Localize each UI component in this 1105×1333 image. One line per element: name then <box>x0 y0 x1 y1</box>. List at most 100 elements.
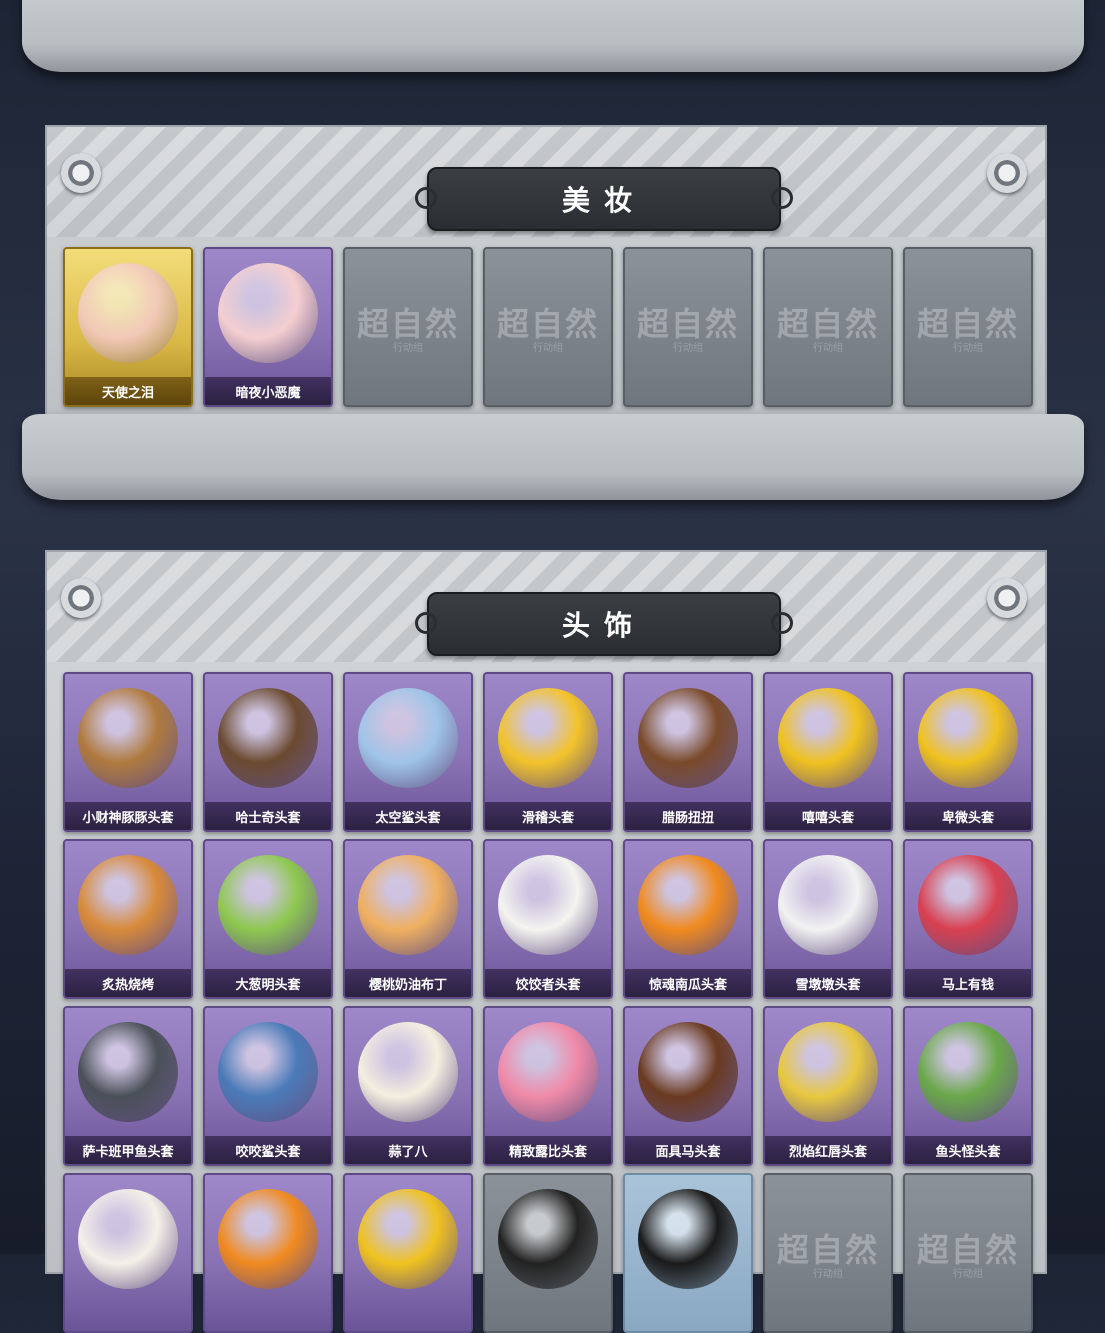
top-scroll-edge <box>22 0 1084 72</box>
item-card[interactable]: 蒜了八 <box>343 1006 473 1166</box>
item-icon <box>918 855 1018 955</box>
item-card[interactable]: 滑稽头套 <box>483 672 613 832</box>
item-card[interactable]: 腊肠扭扭 <box>623 672 753 832</box>
item-label: 卑微头套 <box>905 802 1031 830</box>
pin-icon <box>987 578 1027 618</box>
item-icon <box>218 263 318 363</box>
item-icon <box>218 855 318 955</box>
section-title-headwear: 头饰 <box>415 592 793 656</box>
item-label: 炙热烧烤 <box>65 969 191 997</box>
item-icon <box>358 1022 458 1122</box>
item-label: 萨卡班甲鱼头套 <box>65 1136 191 1164</box>
item-card[interactable]: 天使之泪 <box>63 247 193 407</box>
locked-item-card[interactable]: 超自然 行动组 <box>483 247 613 407</box>
item-icon <box>498 1189 598 1289</box>
item-icon <box>918 1022 1018 1122</box>
item-icon <box>358 855 458 955</box>
item-icon <box>218 1022 318 1122</box>
locked-item-card[interactable]: 超自然 行动组 <box>763 247 893 407</box>
locked-item-card[interactable]: 超自然 行动组 <box>903 1173 1033 1333</box>
item-label: 烈焰红唇头套 <box>765 1136 891 1164</box>
item-label: 腊肠扭扭 <box>625 802 751 830</box>
item-icon <box>638 855 738 955</box>
item-label: 天使之泪 <box>65 377 191 405</box>
item-icon <box>638 1189 738 1289</box>
item-icon <box>78 855 178 955</box>
item-label: 哈士奇头套 <box>205 802 331 830</box>
item-card[interactable]: 樱桃奶油布丁 <box>343 839 473 999</box>
headwear-panel: 头饰 小财神豚豚头套 哈士奇头套 太空鲨头套 滑稽头套 腊肠扭扭 嘻嘻头套 卑微头套炙热烧烤… <box>45 550 1047 1333</box>
item-icon <box>498 855 598 955</box>
item-icon <box>918 688 1018 788</box>
locked-logo-sub: 行动组 <box>813 1269 843 1280</box>
item-card[interactable]: 哈士奇头套 <box>203 672 333 832</box>
item-label: 马上有钱 <box>905 969 1031 997</box>
item-icon <box>78 688 178 788</box>
item-card[interactable]: 萨卡班甲鱼头套 <box>63 1006 193 1166</box>
item-icon <box>78 1022 178 1122</box>
item-card[interactable]: 小财神豚豚头套 <box>63 672 193 832</box>
item-card[interactable]: 嘻嘻头套 <box>763 672 893 832</box>
item-card[interactable] <box>203 1173 333 1333</box>
item-icon <box>78 263 178 363</box>
item-label: 小财神豚豚头套 <box>65 802 191 830</box>
item-label: 咬咬鲨头套 <box>205 1136 331 1164</box>
locked-logo-sub: 行动组 <box>393 343 423 354</box>
item-card[interactable]: 太空鲨头套 <box>343 672 473 832</box>
item-label: 鱼头怪头套 <box>905 1136 1031 1164</box>
item-card[interactable]: 雪墩墩头套 <box>763 839 893 999</box>
item-card[interactable] <box>623 1173 753 1333</box>
item-card[interactable]: 鱼头怪头套 <box>903 1006 1033 1166</box>
item-card[interactable] <box>343 1173 473 1333</box>
locked-item-card[interactable]: 超自然 行动组 <box>763 1173 893 1333</box>
item-card[interactable]: 饺饺者头套 <box>483 839 613 999</box>
makeup-panel: 美妆 天使之泪 暗夜小恶魔 超自然 行动组 超自然 行动组 超自然 行动组 超自然 行动组 超自然行… <box>45 125 1047 429</box>
item-icon <box>498 688 598 788</box>
item-label: 蒜了八 <box>345 1136 471 1164</box>
item-icon <box>498 1022 598 1122</box>
item-icon <box>638 1022 738 1122</box>
item-icon <box>778 688 878 788</box>
item-label: 面具马头套 <box>625 1136 751 1164</box>
locked-logo-sub: 行动组 <box>953 1269 983 1280</box>
item-label: 滑稽头套 <box>485 802 611 830</box>
item-card[interactable]: 惊魂南瓜头套 <box>623 839 753 999</box>
item-card[interactable]: 大葱明头套 <box>203 839 333 999</box>
locked-item-card[interactable]: 超自然 行动组 <box>343 247 473 407</box>
item-label: 太空鲨头套 <box>345 802 471 830</box>
item-icon <box>218 1189 318 1289</box>
section-title-makeup: 美妆 <box>415 167 793 231</box>
item-icon <box>638 688 738 788</box>
item-icon <box>778 855 878 955</box>
item-label: 暗夜小恶魔 <box>205 377 331 405</box>
item-card[interactable]: 暗夜小恶魔 <box>203 247 333 407</box>
item-card[interactable]: 炙热烧烤 <box>63 839 193 999</box>
locked-item-card[interactable]: 超自然 行动组 <box>903 247 1033 407</box>
item-icon <box>218 688 318 788</box>
item-label: 饺饺者头套 <box>485 969 611 997</box>
item-card[interactable] <box>63 1173 193 1333</box>
locked-logo-sub: 行动组 <box>953 343 983 354</box>
item-card[interactable]: 卑微头套 <box>903 672 1033 832</box>
item-card[interactable]: 马上有钱 <box>903 839 1033 999</box>
pin-icon <box>987 153 1027 193</box>
item-label: 雪墩墩头套 <box>765 969 891 997</box>
locked-logo-sub: 行动组 <box>813 343 843 354</box>
pin-icon <box>61 153 101 193</box>
item-card[interactable]: 烈焰红唇头套 <box>763 1006 893 1166</box>
item-card[interactable]: 咬咬鲨头套 <box>203 1006 333 1166</box>
item-icon <box>358 1189 458 1289</box>
locked-logo-sub: 行动组 <box>533 343 563 354</box>
item-card[interactable]: 精致露比头套 <box>483 1006 613 1166</box>
pin-icon <box>61 578 101 618</box>
item-card[interactable] <box>483 1173 613 1333</box>
item-label: 樱桃奶油布丁 <box>345 969 471 997</box>
item-label: 大葱明头套 <box>205 969 331 997</box>
item-icon <box>78 1189 178 1289</box>
locked-item-card[interactable]: 超自然 行动组 <box>623 247 753 407</box>
item-label: 嘻嘻头套 <box>765 802 891 830</box>
item-card[interactable]: 面具马头套 <box>623 1006 753 1166</box>
item-label: 精致露比头套 <box>485 1136 611 1164</box>
item-label: 惊魂南瓜头套 <box>625 969 751 997</box>
item-icon <box>358 688 458 788</box>
